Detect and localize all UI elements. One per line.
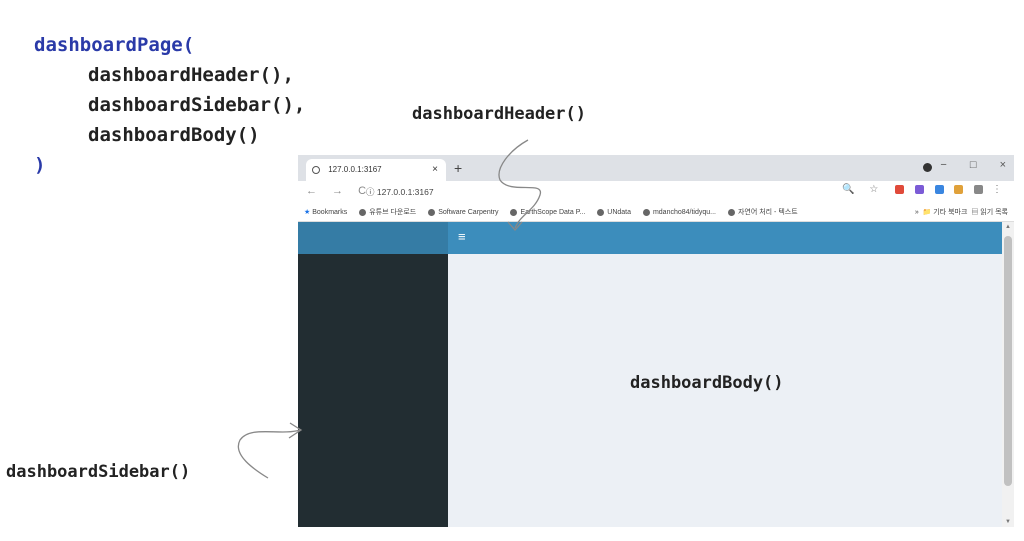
globe-icon xyxy=(428,208,436,216)
bookmarks-more-button[interactable]: » xyxy=(915,209,919,216)
new-tab-button[interactable]: + xyxy=(454,160,462,176)
code-line-body: dashboardBody() xyxy=(88,124,260,146)
scroll-up-icon[interactable]: ▲ xyxy=(1005,224,1011,230)
dashboard-header: ≡ xyxy=(448,222,1002,254)
code-line-close: ) xyxy=(34,154,46,176)
browser-tab[interactable]: 127.0.0.1:3167 × xyxy=(306,159,446,181)
label-dashboard-header: dashboardHeader() xyxy=(412,104,586,124)
extension-icons[interactable]: 🔍 ☆ ⋮ xyxy=(842,184,1008,195)
other-bookmarks[interactable]: 📁 기타 북마크 xyxy=(923,209,968,216)
header-logo-area xyxy=(298,222,448,254)
bookmark-item[interactable]: UNdata xyxy=(597,208,631,216)
extension-icon[interactable] xyxy=(974,184,984,194)
address-bar[interactable]: ⓘ 127.0.0.1:3167 xyxy=(366,186,434,198)
minimize-button[interactable]: − xyxy=(940,159,946,171)
code-line-sidebar: dashboardSidebar(), xyxy=(88,94,306,116)
maximize-button[interactable]: □ xyxy=(970,159,977,171)
vertical-scrollbar[interactable]: ▲ ▼ xyxy=(1002,222,1014,527)
code-line-header: dashboardHeader(), xyxy=(88,64,294,86)
browser-toolbar: ← → C ⓘ 127.0.0.1:3167 🔍 ☆ ⋮ xyxy=(298,181,1014,203)
bookmark-item[interactable]: EarthScope Data P... xyxy=(510,208,585,216)
window-controls: − □ × xyxy=(920,159,1006,171)
sidebar-toggle-icon[interactable]: ≡ xyxy=(458,230,466,244)
extension-icon[interactable] xyxy=(954,184,964,194)
label-dashboard-sidebar: dashboardSidebar() xyxy=(6,462,191,482)
scroll-down-icon[interactable]: ▼ xyxy=(1005,519,1011,525)
dashboard-sidebar xyxy=(298,254,448,527)
globe-icon xyxy=(359,208,367,216)
url-text: 127.0.0.1:3167 xyxy=(376,187,434,197)
globe-icon xyxy=(727,208,735,216)
tab-close-icon[interactable]: × xyxy=(432,159,438,181)
bookmark-item[interactable]: mdancho84/tidyqu... xyxy=(642,208,716,216)
tab-title: 127.0.0.1:3167 xyxy=(328,165,382,174)
code-line-page: dashboardPage( xyxy=(34,34,195,56)
github-icon xyxy=(642,208,650,216)
bookmarks-bar: ★ Bookmarks 유튜브 다운로드 Software Carpentry … xyxy=(298,203,1014,222)
extension-icon[interactable] xyxy=(895,184,905,194)
label-dashboard-body: dashboardBody() xyxy=(630,373,784,393)
star-icon: ★ xyxy=(304,209,311,216)
code-snippet: dashboardPage( dashboardHeader(), dashbo… xyxy=(34,30,305,180)
extension-icon[interactable] xyxy=(934,184,944,194)
close-window-button[interactable]: × xyxy=(1000,159,1006,171)
bookmark-icon xyxy=(510,208,518,216)
nav-buttons[interactable]: ← → C xyxy=(306,185,372,197)
bookmark-item[interactable]: 유튜브 다운로드 xyxy=(359,208,416,216)
bookmark-item[interactable]: Software Carpentry xyxy=(428,208,499,216)
browser-window: 127.0.0.1:3167 × + − □ × ← → C ⓘ 127.0.0… xyxy=(298,155,1014,527)
sidebar-arrow xyxy=(237,429,301,479)
globe-icon xyxy=(312,165,320,174)
bookmark-icon xyxy=(597,208,605,216)
scrollbar-thumb[interactable] xyxy=(1004,236,1012,486)
tab-bar: 127.0.0.1:3167 × + − □ × xyxy=(298,155,1014,181)
bookmark-item[interactable]: ★ Bookmarks xyxy=(304,209,347,216)
bookmark-item[interactable]: 자연어 처리 - 텍스트 xyxy=(727,208,798,216)
extension-icon[interactable] xyxy=(914,184,924,194)
reading-list[interactable]: ▤ 읽기 목록 xyxy=(971,209,1008,216)
